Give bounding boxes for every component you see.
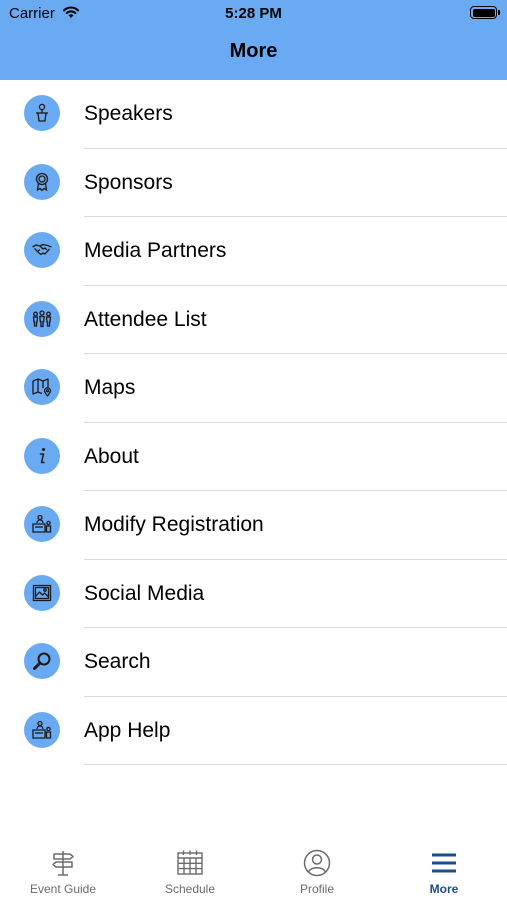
- image-icon: [24, 574, 60, 611]
- menu-item-speakers[interactable]: Speakers: [0, 80, 507, 149]
- tab-label: Profile: [299, 882, 334, 896]
- menu-item-label: Sponsors: [84, 170, 173, 194]
- help-desk-icon: [24, 711, 60, 748]
- menu-item-attendee-list[interactable]: Attendee List: [0, 286, 507, 354]
- tab-more[interactable]: More: [381, 836, 507, 900]
- menu-item-label: Social Media: [84, 581, 205, 605]
- speaker-podium-icon: [24, 95, 60, 131]
- menu-item-label: Media Partners: [84, 239, 227, 262]
- tab-event-guide[interactable]: Event Guide: [0, 836, 126, 900]
- divider: [84, 764, 507, 765]
- people-group-icon: [24, 300, 60, 337]
- tab-label: Schedule: [164, 882, 216, 896]
- more-menu-list: Speakers Sponsors Media Partners Attende…: [0, 80, 507, 765]
- menu-item-label: Search: [84, 650, 151, 673]
- menu-icon: [432, 853, 456, 873]
- tab-profile[interactable]: Profile: [254, 836, 380, 900]
- menu-item-label: Speakers: [84, 102, 173, 125]
- menu-item-label: App Help: [84, 718, 171, 742]
- page-title: More: [229, 40, 278, 62]
- tab-label: More: [429, 882, 459, 896]
- tab-schedule[interactable]: Schedule: [127, 836, 253, 900]
- menu-item-social-media[interactable]: Social Media: [0, 560, 507, 628]
- navigation-bar: Carrier 5:28 PM More: [0, 0, 507, 80]
- menu-item-label: Maps: [84, 376, 136, 399]
- tab-label: Event Guide: [29, 882, 97, 896]
- search-icon: [24, 643, 60, 679]
- info-icon: [24, 437, 60, 474]
- status-bar: Carrier 5:28 PM: [0, 0, 507, 28]
- menu-item-sponsors[interactable]: Sponsors: [0, 149, 507, 217]
- signpost-icon: [52, 851, 74, 876]
- menu-item-maps[interactable]: Maps: [0, 354, 507, 423]
- map-pin-icon: [24, 369, 60, 405]
- battery-icon: [470, 6, 500, 19]
- menu-item-search[interactable]: Search: [0, 628, 507, 697]
- menu-item-media-partners[interactable]: Media Partners: [0, 217, 507, 286]
- calendar-icon: [177, 850, 203, 875]
- profile-icon: [303, 849, 331, 877]
- tab-bar: Event Guide Schedule Profile More: [0, 836, 507, 900]
- registration-desk-icon: [24, 506, 60, 542]
- award-ribbon-icon: [24, 163, 60, 200]
- menu-item-app-help[interactable]: App Help: [0, 697, 507, 765]
- status-time: 5:28 PM: [225, 5, 282, 22]
- menu-item-label: About: [84, 444, 139, 468]
- handshake-icon: [24, 232, 60, 268]
- menu-item-modify-registration[interactable]: Modify Registration: [0, 491, 507, 560]
- menu-item-about[interactable]: About: [0, 423, 507, 491]
- menu-item-label: Modify Registration: [84, 513, 264, 536]
- menu-item-label: Attendee List: [84, 307, 207, 331]
